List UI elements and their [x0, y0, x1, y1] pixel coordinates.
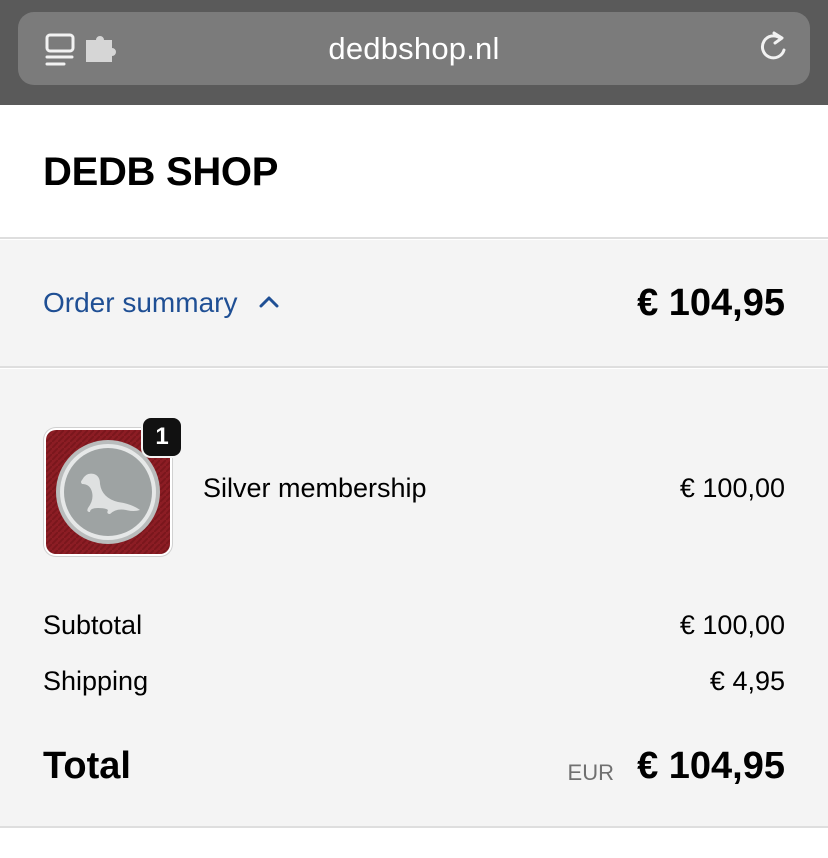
- shop-title[interactable]: DEDB SHOP: [43, 150, 278, 195]
- total-value: € 104,95: [637, 745, 785, 787]
- extension-icon[interactable]: [84, 36, 118, 64]
- shipping-value: € 4,95: [709, 666, 785, 696]
- shop-header: DEDB SHOP: [0, 105, 828, 239]
- address-bar[interactable]: dedbshop.nl: [18, 12, 810, 85]
- quantity-badge: 1: [141, 416, 183, 458]
- reader-mode-icon[interactable]: [44, 32, 80, 68]
- chevron-up-icon[interactable]: [259, 294, 279, 308]
- subtotal-label: Subtotal: [43, 610, 143, 640]
- order-summary-panel: 1 Silver membership € 100,00 Subtotal € …: [0, 369, 828, 828]
- total-currency: EUR: [567, 760, 614, 785]
- product-name: Silver membership: [203, 473, 427, 503]
- shipping-label: Shipping: [43, 666, 149, 696]
- subtotal-value: € 100,00: [679, 610, 785, 640]
- url-text[interactable]: dedbshop.nl: [18, 12, 810, 85]
- order-summary-total: € 104,95: [637, 282, 785, 324]
- product-price: € 100,00: [679, 473, 785, 503]
- reload-icon[interactable]: [756, 30, 792, 66]
- total-label: Total: [43, 745, 131, 787]
- order-summary-label[interactable]: Order summary: [43, 287, 237, 319]
- browser-toolbar: dedbshop.nl: [0, 0, 828, 105]
- order-summary-toggle[interactable]: Order summary € 104,95: [0, 240, 828, 368]
